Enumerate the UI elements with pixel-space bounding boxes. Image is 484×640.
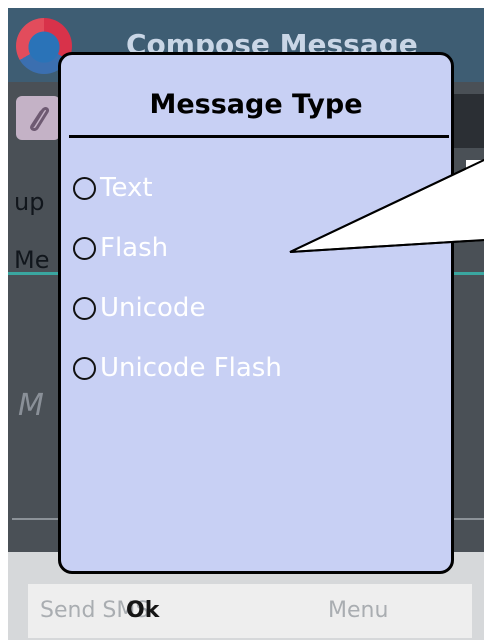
callout-box [466, 160, 484, 240]
callout-pointer [289, 158, 484, 253]
